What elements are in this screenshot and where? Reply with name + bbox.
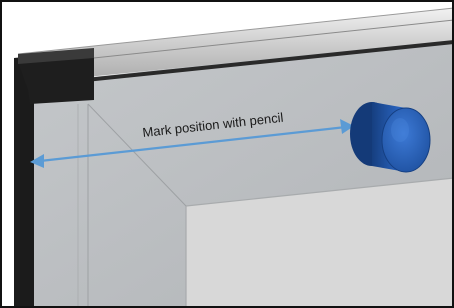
diagram-canvas: Mark position with pencil <box>0 0 454 308</box>
installation-diagram: Mark position with pencil <box>0 0 454 308</box>
corner-block <box>18 56 94 104</box>
knob-icon <box>350 102 431 173</box>
